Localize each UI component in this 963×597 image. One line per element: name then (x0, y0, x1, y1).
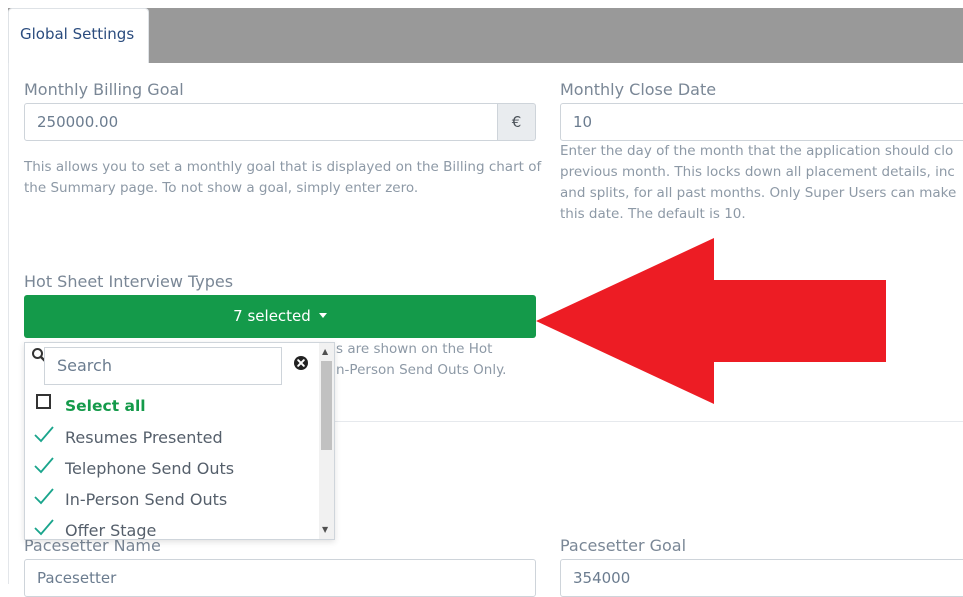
interview-types-dropdown-button[interactable]: 7 selected (24, 295, 536, 338)
option-label: Telephone Send Outs (65, 459, 235, 478)
checkmark-icon (34, 426, 54, 443)
interview-types-menu: Search Select all Resumes Presented Tele… (24, 342, 335, 540)
select-all-label: Select all (65, 397, 146, 415)
option-label: In-Person Send Outs (65, 490, 228, 509)
close-date-help-line: this date. The default is 10. (560, 206, 746, 222)
pacesetter-goal-input[interactable]: 354000 (560, 559, 963, 597)
close-date-help-line: previous month. This locks down all plac… (560, 164, 955, 180)
select-all-option[interactable]: Select all (33, 394, 313, 425)
option-telephone-send-outs[interactable]: Telephone Send Outs (33, 456, 313, 487)
option-in-person-send-outs[interactable]: In-Person Send Outs (33, 487, 313, 518)
dropdown-button-label: 7 selected (233, 307, 311, 325)
interview-types-help-line: s are shown on the Hot (336, 341, 493, 357)
checkmark-icon (34, 488, 54, 505)
option-label: Offer Stage (65, 521, 157, 540)
option-resumes-presented[interactable]: Resumes Presented (33, 425, 313, 456)
checkmark-icon (34, 457, 54, 474)
tab-label: Global Settings (20, 25, 135, 43)
close-date-help-line: and splits, for all past months. Only Su… (560, 185, 957, 201)
panel-border (8, 63, 9, 584)
interview-types-help: s are shown on the Hot n-Person Send Out… (336, 339, 506, 381)
close-date-input[interactable]: 10 (560, 103, 963, 141)
tab-bar (8, 8, 963, 63)
billing-goal-label: Monthly Billing Goal (24, 80, 184, 99)
caret-down-icon (318, 312, 327, 318)
interview-types-help-line: n-Person Send Outs Only. (336, 362, 507, 378)
billing-goal-input[interactable]: 250000.00 (24, 103, 498, 141)
scroll-down-icon[interactable]: ▼ (322, 525, 328, 534)
pacesetter-goal-label: Pacesetter Goal (560, 536, 687, 555)
billing-goal-help: This allows you to set a monthly goal th… (24, 159, 542, 196)
red-arrow-annotation (536, 238, 886, 404)
clear-search-icon[interactable] (293, 355, 309, 371)
close-date-label: Monthly Close Date (560, 80, 717, 99)
checkmark-icon (34, 519, 54, 536)
tab-global-settings[interactable]: Global Settings (8, 8, 149, 63)
scroll-up-icon[interactable]: ▲ (322, 347, 328, 356)
interview-types-label: Hot Sheet Interview Types (24, 272, 234, 291)
search-input[interactable]: Search (44, 347, 282, 385)
pacesetter-name-input[interactable]: Pacesetter (24, 559, 536, 597)
checkbox-unchecked-icon (36, 394, 51, 409)
currency-addon: € (497, 103, 536, 141)
close-date-help-line: Enter the day of the month that the appl… (560, 143, 954, 159)
option-offer-stage[interactable]: Offer Stage (33, 518, 313, 540)
close-date-help: Enter the day of the month that the appl… (560, 141, 956, 225)
menu-scrollbar-thumb[interactable] (321, 361, 332, 450)
option-label: Resumes Presented (65, 428, 223, 447)
